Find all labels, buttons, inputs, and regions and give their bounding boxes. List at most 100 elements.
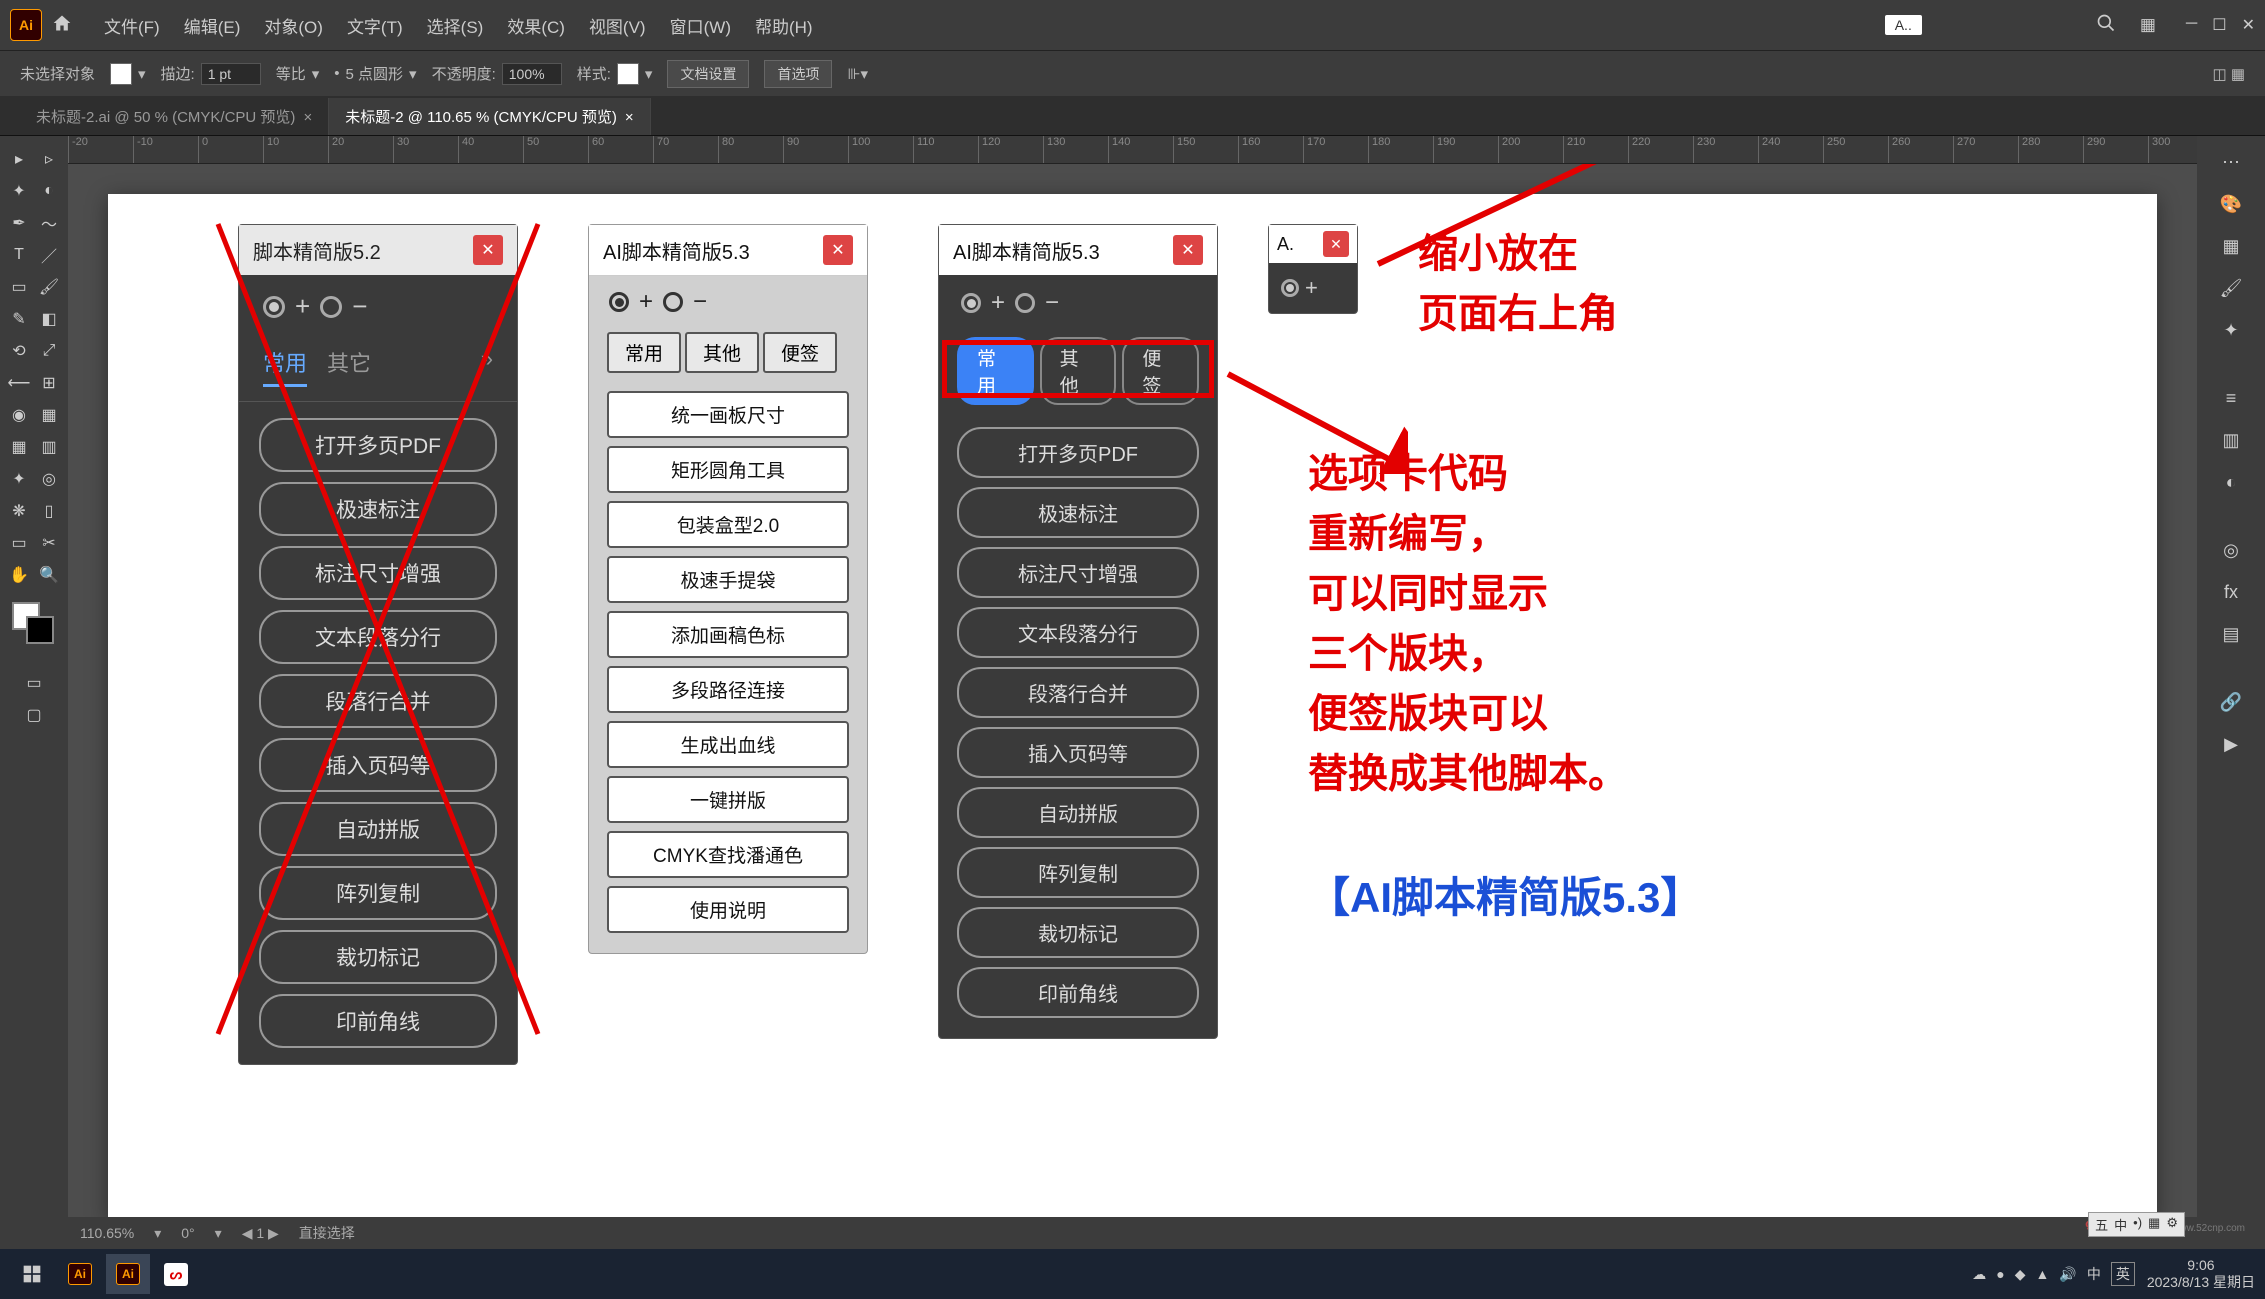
taskbar-app-3[interactable]: ᔕ [154, 1254, 198, 1294]
links-panel-icon[interactable]: 🔗 [2213, 684, 2249, 720]
chevron-right-icon[interactable]: » [481, 346, 493, 387]
menu-view[interactable]: 视图(V) [589, 13, 646, 38]
lasso-tool[interactable]: ◐ [34, 176, 64, 206]
radio-option-1[interactable] [263, 296, 285, 318]
pill-tab-common[interactable]: 常用 [957, 337, 1034, 405]
zoom-tool[interactable]: 🔍 [34, 560, 64, 590]
transparency-panel-icon[interactable]: ◐ [2213, 464, 2249, 500]
script-button[interactable]: 标注尺寸增强 [957, 547, 1199, 598]
width-tool[interactable]: ⟵ [4, 368, 34, 398]
doc-tab-2[interactable]: 未标题-2 @ 110.65 % (CMYK/CPU 预览)× [329, 98, 650, 135]
close-icon[interactable]: ✕ [1173, 235, 1203, 265]
pill-tab-notes[interactable]: 便签 [1122, 337, 1199, 405]
script-button[interactable]: 自动拼版 [259, 802, 497, 856]
zoom-level[interactable]: 110.65% [80, 1225, 134, 1241]
search-icon[interactable] [2096, 13, 2116, 38]
close-icon[interactable]: ✕ [823, 235, 853, 265]
slice-tool[interactable]: ✂ [34, 528, 64, 558]
perspective-tool[interactable]: ▦ [34, 400, 64, 430]
pen-tool[interactable]: ✒ [4, 208, 34, 238]
gradient-panel-icon[interactable]: ▥ [2213, 422, 2249, 458]
fill-swatch[interactable] [110, 63, 132, 85]
script-button[interactable]: 矩形圆角工具 [607, 446, 849, 493]
ime-float-bar[interactable]: 五中•)▦⚙ [2088, 1212, 2185, 1237]
close-icon[interactable]: × [303, 109, 312, 126]
tab-common-button[interactable]: 常用 [607, 332, 681, 373]
selection-tool[interactable]: ▸ [4, 144, 34, 174]
graph-tool[interactable]: ▯ [34, 496, 64, 526]
horizontal-ruler[interactable]: -20-100102030405060708090100110120130140… [68, 136, 2197, 164]
gradient-tool[interactable]: ▥ [34, 432, 64, 462]
blend-tool[interactable]: ◎ [34, 464, 64, 494]
script-button[interactable]: 自动拼版 [957, 787, 1199, 838]
close-button[interactable]: ✕ [2242, 15, 2255, 35]
doc-setup-button[interactable]: 文档设置 [667, 60, 749, 88]
script-button[interactable]: 极速标注 [957, 487, 1199, 538]
hand-tool[interactable]: ✋ [4, 560, 34, 590]
script-button[interactable]: 文本段落分行 [957, 607, 1199, 658]
script-button[interactable]: 印前角线 [957, 967, 1199, 1018]
tab-common[interactable]: 常用 [263, 346, 307, 387]
taskbar-clock[interactable]: 9:06 2023/8/13 星期日 [2147, 1257, 2255, 1291]
screen-mode[interactable]: ▢ [19, 700, 49, 730]
script-button[interactable]: 文本段落分行 [259, 610, 497, 664]
mesh-tool[interactable]: ▦ [4, 432, 34, 462]
close-icon[interactable]: ✕ [473, 235, 503, 265]
tab-other-button[interactable]: 其他 [685, 332, 759, 373]
ime-icon[interactable]: 中 [2087, 1264, 2101, 1284]
rectangle-tool[interactable]: ▭ [4, 272, 34, 302]
free-transform-tool[interactable]: ⊞ [34, 368, 64, 398]
eraser-tool[interactable]: ◧ [34, 304, 64, 334]
radio-option-2[interactable] [320, 296, 342, 318]
ime-icon-2[interactable]: 英 [2111, 1262, 2135, 1286]
tray-icon[interactable]: ● [1996, 1266, 2004, 1282]
menu-object[interactable]: 对象(O) [264, 13, 323, 38]
menu-select[interactable]: 选择(S) [427, 13, 484, 38]
maximize-button[interactable]: ☐ [2212, 15, 2226, 35]
swatches-panel-icon[interactable]: ▦ [2213, 228, 2249, 264]
doc-tab-1[interactable]: 未标题-2.ai @ 50 % (CMYK/CPU 预览)× [20, 98, 329, 135]
script-button[interactable]: 段落行合并 [957, 667, 1199, 718]
opacity-input[interactable] [502, 63, 562, 85]
menu-effect[interactable]: 效果(C) [507, 13, 565, 38]
style-swatch[interactable] [617, 63, 639, 85]
arrange-icon[interactable]: ▦ [2140, 15, 2156, 35]
script-button[interactable]: 插入页码等 [259, 738, 497, 792]
menu-type[interactable]: 文字(T) [347, 13, 403, 38]
script-button[interactable]: 打开多页PDF [957, 427, 1199, 478]
script-button[interactable]: 添加画稿色标 [607, 611, 849, 658]
pill-tab-other[interactable]: 其他 [1040, 337, 1117, 405]
tray-icon[interactable]: ☁ [1972, 1266, 1986, 1283]
stroke-weight-input[interactable] [201, 63, 261, 85]
script-button[interactable]: 打开多页PDF [259, 418, 497, 472]
radio-option-1[interactable] [609, 292, 629, 312]
menu-edit[interactable]: 编辑(E) [184, 13, 241, 38]
menu-window[interactable]: 窗口(W) [670, 13, 731, 38]
script-button[interactable]: 阵列复制 [957, 847, 1199, 898]
prefs-button[interactable]: 首选项 [764, 60, 832, 88]
direct-selection-tool[interactable]: ▹ [34, 144, 64, 174]
radio-option-2[interactable] [663, 292, 683, 312]
script-button[interactable]: 插入页码等 [957, 727, 1199, 778]
layers-panel-icon[interactable]: ▤ [2213, 616, 2249, 652]
script-button[interactable]: 裁切标记 [259, 930, 497, 984]
radio-option-1[interactable] [961, 293, 981, 313]
type-tool[interactable]: T [4, 240, 34, 270]
uniform-label[interactable]: 等比 [276, 63, 306, 84]
appearance-panel-icon[interactable]: ◎ [2213, 532, 2249, 568]
system-tray[interactable]: ☁ ● ◆ ▲ 🔊 中 英 [1972, 1262, 2135, 1286]
stroke-panel-icon[interactable]: ≡ [2213, 380, 2249, 416]
close-icon[interactable]: × [625, 109, 634, 126]
taskbar-ai-1[interactable]: Ai [58, 1254, 102, 1294]
script-button[interactable]: 包装盒型2.0 [607, 501, 849, 548]
tab-notes-button[interactable]: 便签 [763, 332, 837, 373]
artboard-tool[interactable]: ▭ [4, 528, 34, 558]
script-button[interactable]: 印前角线 [259, 994, 497, 1048]
volume-icon[interactable]: 🔊 [2059, 1266, 2076, 1283]
radio-option-2[interactable] [1015, 293, 1035, 313]
graphic-styles-panel-icon[interactable]: fx [2213, 574, 2249, 610]
script-button[interactable]: 段落行合并 [259, 674, 497, 728]
script-button[interactable]: 统一画板尺寸 [607, 391, 849, 438]
tray-icon[interactable]: ▲ [2036, 1266, 2050, 1282]
shaper-tool[interactable]: ✎ [4, 304, 34, 334]
